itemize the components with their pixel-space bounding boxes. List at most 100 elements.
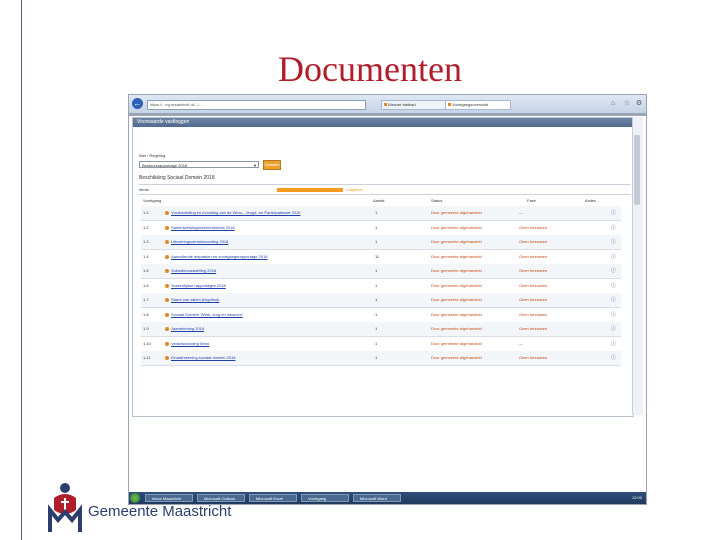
progress-bar [277,188,343,192]
info-icon[interactable]: ⓘ [611,209,616,216]
table-row[interactable]: 1.1 Voorbereiding en inrichting van de Wm… [141,206,621,221]
row-number: 1.9 [143,326,149,331]
divider [139,194,631,195]
document-link[interactable]: Uitvoeringsverantwoording 2018 [171,239,228,244]
status-dot-icon [165,341,169,346]
column-header: Fase [527,198,536,203]
filter-label: Wet / Regeling [139,153,166,158]
regulation-select[interactable]: Bestuursrapportage 2018 ▼ [139,161,259,168]
document-link[interactable]: Verantwoording Wmo [171,341,209,346]
column-header: Acties [585,198,596,203]
scrollbar-thumb[interactable] [634,135,640,205]
table-row[interactable]: 1.4 Aanvullende afspraken en voortgangsra… [141,250,621,265]
select-value: Bestuursrapportage 2018 [142,163,188,168]
row-status: Door gemeente afgehandeld [431,355,482,360]
row-status: Door gemeente afgehandeld [431,268,482,273]
document-link[interactable]: Sociaal Domein 'Werk, zorg en inkomen' [171,312,243,317]
window-separator [129,113,646,116]
row-phase: Geen bezwaren [519,297,548,302]
row-number: 1.3 [143,239,149,244]
row-status: Door gemeente afgehandeld [431,239,482,244]
row-count: 1 [375,239,378,244]
tab-label: Voortgangsoverzicht [452,102,489,107]
document-link[interactable]: Voorbereiding en inrichting van de Wmo-,… [171,210,300,215]
status-dot-icon [165,254,169,259]
document-link[interactable]: Samenwerkingsovereenkomst 2018 [171,225,235,230]
row-status: Door gemeente afgehandeld [431,282,482,288]
start-button-icon[interactable] [130,493,140,503]
table-row[interactable]: 1.8 Sociaal Domein 'Werk, zorg en inkomen… [141,308,621,323]
info-icon[interactable]: ⓘ [611,296,616,303]
back-arrow-icon[interactable]: ← [132,98,143,109]
row-count: 11 [375,253,380,259]
document-link[interactable]: Aanvullende afspraken en voortgangsrappo… [171,254,268,259]
row-status: Door gemeente afgehandeld [431,253,482,259]
row-count: 1 [375,326,378,331]
row-phase: — [519,340,523,346]
browser-toolbar: ← https://...eg.maastricht.nl/.../... Ni… [129,95,646,113]
status-dot-icon [165,283,169,288]
slide-title: Documenten [278,49,462,89]
table-row[interactable]: 1.2 Samenwerkingsovereenkomst 2018 1 Door g… [141,221,621,236]
taskbar-item[interactable]: Microsoft Outlook [197,494,245,502]
table-row[interactable]: 1.11 Eindafrekening sociaal domein 2018 1 D… [141,351,621,366]
info-icon[interactable]: ⓘ [611,282,616,289]
document-link[interactable]: Subsidievaststelling 2018 [171,268,216,273]
home-icon[interactable]: ⌂ [609,100,617,108]
row-number: 1.5 [143,268,149,273]
tab-label: Nieuwe tabblad [388,102,416,107]
document-link[interactable]: Jaarrekening 2018 [171,326,204,331]
next-link[interactable]: Volgende [346,187,363,192]
row-count: 1 [375,224,378,230]
document-link[interactable]: Eindafrekening sociaal domein 2018 [171,355,236,360]
table-row[interactable]: 1.9 Jaarrekening 2018 1 Door gemeente afgeh… [141,322,621,337]
row-status: Door gemeente afgehandeld [431,326,482,331]
progress-fill [277,188,343,192]
document-link[interactable]: Stand van zaken jeugdhulp [171,297,219,302]
tab-favicon-icon [448,103,451,106]
info-icon[interactable]: ⓘ [611,311,616,318]
column-header: Aantal [373,198,385,203]
info-icon[interactable]: ⓘ [611,224,616,231]
row-number: 1.1 [143,210,149,215]
info-icon[interactable]: ⓘ [611,325,616,332]
info-icon[interactable]: ⓘ [611,238,616,245]
row-number: 1.11 [143,355,151,360]
gear-icon[interactable]: ⚙ [635,100,643,108]
column-header: Status [431,198,443,203]
fetch-button[interactable]: Ophalen [263,160,281,170]
section-subtitle: Beschikking Sociaal Domein 2018 [139,175,215,181]
info-icon[interactable]: ⓘ [611,340,616,347]
table-row[interactable]: 1.3 Uitvoeringsverantwoording 2018 1 Door g… [141,235,621,250]
taskbar-item[interactable]: Inbox Maastricht [145,494,193,502]
row-status: Door gemeente afgehandeld [431,224,482,230]
row-number: 1.2 [143,224,149,230]
table-row[interactable]: 1.5 Subsidievaststelling 2018 1 Door gemeen… [141,264,621,279]
row-count: 1 [375,282,378,288]
table-row[interactable]: 1.7 Stand van zaken jeugdhulp 1 Door gemeen… [141,293,621,308]
star-icon[interactable]: ☆ [623,100,631,108]
table-row[interactable]: 1.10 Verantwoording Wmo 1 Door gemeente afg… [141,337,621,352]
taskbar-item[interactable]: Microsoft Excel [249,494,297,502]
status-dot-icon [165,298,169,302]
info-icon[interactable]: ⓘ [611,267,616,274]
address-bar[interactable]: https://...eg.maastricht.nl/.../... [147,100,366,110]
browser-tab-1[interactable]: Nieuwe tabblad [381,100,447,110]
taskbar-item[interactable]: Microsoft Word [353,494,401,502]
chevron-down-icon: ▼ [253,163,257,168]
browser-tab-2[interactable]: Voortgangsoverzicht [445,100,511,110]
row-status: Door gemeente afgehandeld [431,340,482,346]
divider [139,184,631,185]
taskbar-item[interactable]: Voortgang [301,494,349,502]
row-number: 1.7 [143,297,149,302]
info-icon[interactable]: ⓘ [611,253,616,260]
row-count: 1 [375,355,378,360]
list-label: Items [139,187,149,192]
info-icon[interactable]: ⓘ [611,354,616,361]
row-phase: Geen bezwaren [519,224,548,230]
row-count: 1 [375,311,378,317]
status-dot-icon [165,327,169,331]
table-row[interactable]: 1.6 Tussentijdse rapportages 2018 1 Door ge… [141,279,621,294]
document-link[interactable]: Tussentijdse rapportages 2018 [171,283,226,288]
browser-screenshot: ← https://...eg.maastricht.nl/.../... Ni… [128,94,647,505]
